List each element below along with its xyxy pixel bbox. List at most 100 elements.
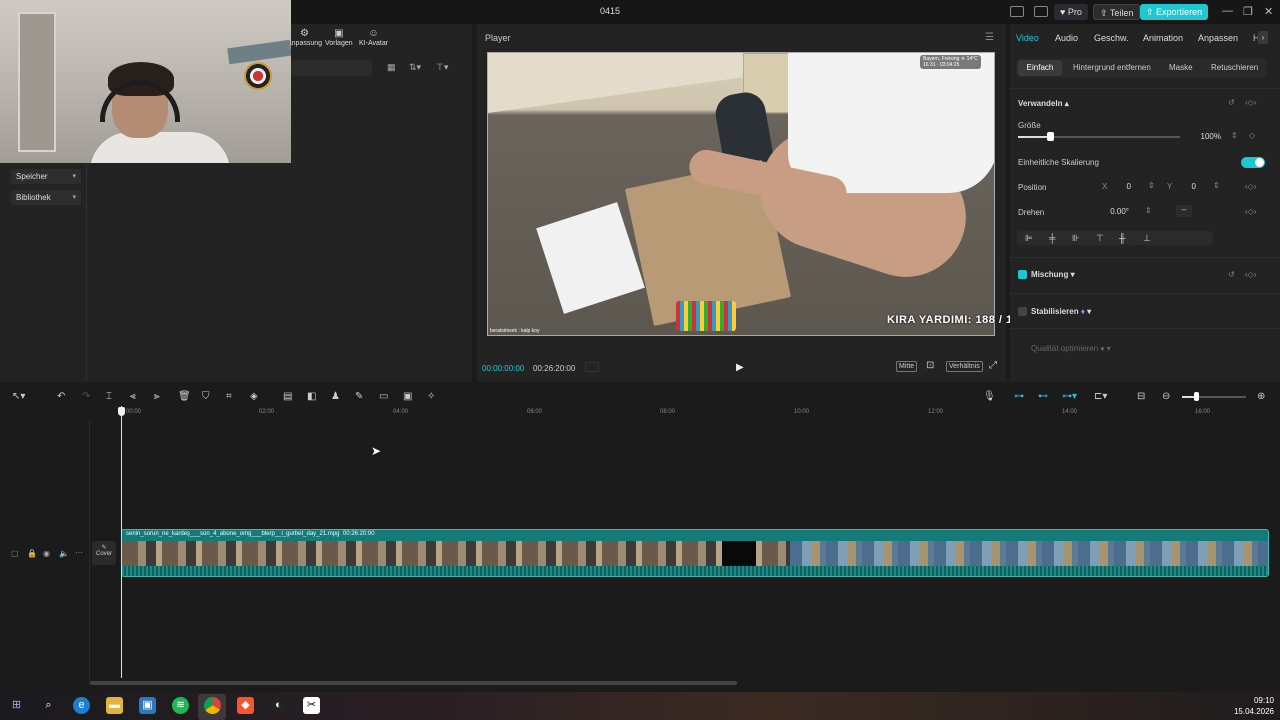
cover-button[interactable]: ✎ Cover [92, 541, 116, 565]
keyframe-icon[interactable]: ‹◇› [1245, 182, 1256, 191]
blend-checkbox[interactable] [1018, 270, 1027, 279]
stepper-icon[interactable]: ⇕ [1145, 206, 1152, 215]
align-center-v-icon[interactable]: ╫ [1119, 233, 1125, 243]
sort-icon[interactable]: ⇅▾ [409, 62, 421, 73]
track-checkbox-icon[interactable]: ▢ [11, 549, 19, 558]
obs-icon[interactable]: ◐ [270, 697, 287, 714]
align-center-h-icon[interactable]: ╪ [1049, 233, 1055, 243]
undo-icon[interactable]: ↶ [57, 391, 65, 402]
caption-toggle-icon[interactable]: ⊟ [1137, 391, 1145, 402]
search-icon[interactable]: ⌕ [40, 697, 57, 714]
fullscreen-icon[interactable]: ⤢ [989, 360, 997, 371]
rotate-input[interactable]: 0.00° [1098, 205, 1132, 218]
align-right-icon[interactable]: ⊪ [1072, 233, 1080, 244]
shortcut-icon[interactable] [1034, 6, 1048, 17]
frame-icon[interactable]: ▭ [379, 391, 388, 402]
reset-icon[interactable]: ↺ [1228, 98, 1235, 107]
media-search-input[interactable] [290, 60, 372, 76]
preview-axis-icon[interactable]: ⊏▾ [1094, 391, 1107, 402]
windows-start-icon[interactable]: ⊞ [8, 697, 25, 714]
aspect-ratio-button[interactable]: Verhältnis [946, 361, 983, 372]
eye-icon[interactable]: ◉ [43, 549, 50, 558]
tab-adjust[interactable]: Anpassen [1198, 33, 1238, 43]
maximize-icon[interactable]: ❐ [1243, 5, 1253, 18]
zoom-slider-handle[interactable] [1194, 392, 1199, 401]
crop-icon[interactable]: ⌗ [226, 391, 232, 402]
zoom-in-icon[interactable]: ⊕ [1257, 391, 1265, 402]
video-preview[interactable] [487, 52, 995, 336]
align-bottom-icon[interactable]: ⊥ [1143, 233, 1151, 244]
tab-animation[interactable]: Animation [1143, 33, 1183, 43]
select-tool-icon[interactable]: ↖▾ [12, 391, 25, 402]
export-button[interactable]: ⇧ Exportieren [1140, 4, 1209, 20]
zoom-fit-icon[interactable]: ⊡ [926, 360, 934, 371]
spotify-icon[interactable]: ≋ [172, 697, 189, 714]
sidebar-item-library[interactable]: Bibliothek ▾ [11, 190, 81, 205]
split-right-icon[interactable]: ⫸ [154, 391, 160, 402]
caption-icon[interactable]: ▤ [283, 391, 292, 402]
nav-ai-avatar[interactable]: ☺ KI-Avatar [359, 28, 388, 47]
magnet-icon[interactable]: ⊷ [1038, 391, 1048, 402]
keyframe-icon[interactable]: ◇ [1249, 131, 1255, 140]
edge-icon[interactable]: e [73, 697, 90, 714]
more-icon[interactable]: ··· [75, 548, 83, 557]
pro-badge[interactable]: ♥ Pro [1054, 4, 1088, 20]
ai-tool-icon[interactable]: ◈ [250, 391, 258, 402]
nav-adjust[interactable]: ⚙ Anpassung [287, 28, 322, 47]
size-slider-handle[interactable] [1047, 132, 1054, 141]
rotate-dial[interactable]: – [1176, 205, 1192, 217]
taskbar-clock[interactable]: 09:10 15.04.2026 [1232, 695, 1274, 717]
keyframe-icon[interactable]: ‹◇› [1245, 270, 1256, 279]
zoom-out-icon[interactable]: ⊖ [1162, 391, 1170, 402]
tab-video[interactable]: Video [1016, 33, 1039, 43]
close-icon[interactable]: ✕ [1264, 5, 1273, 18]
pos-y-input[interactable]: 0 [1175, 180, 1199, 193]
nav-templates[interactable]: ▣ Vorlagen [325, 28, 353, 47]
keyframe-icon[interactable]: ‹◇› [1245, 207, 1256, 216]
play-icon[interactable]: ▶ [736, 362, 746, 373]
minimize-icon[interactable]: — [1222, 5, 1233, 17]
split-left-icon[interactable]: ⫷ [130, 391, 136, 402]
speaker-icon[interactable]: 🔈 [59, 549, 69, 558]
timecode-icon[interactable] [585, 362, 599, 372]
blend-heading[interactable]: Mischung ▾ [1031, 270, 1075, 279]
person-icon[interactable]: ♟ [331, 391, 340, 402]
align-left-icon[interactable]: ⊫ [1025, 233, 1033, 244]
lock-icon[interactable]: 🔒 [27, 549, 37, 558]
mirror-icon[interactable]: ◧ [307, 391, 316, 402]
filter-icon[interactable]: ⊤▾ [436, 62, 448, 73]
stabilize-checkbox[interactable] [1018, 307, 1027, 316]
stabilize-heading[interactable]: Stabilisieren ♦ ▾ [1031, 307, 1091, 316]
timeline-scrollbar[interactable] [90, 681, 737, 685]
magic-icon[interactable]: ✎ [355, 391, 363, 402]
layout-icon[interactable] [1010, 6, 1024, 17]
stepper-icon[interactable]: ⇕ [1231, 131, 1238, 140]
quality-optimize[interactable]: Qualität optimieren ♦ ▾ [1031, 344, 1111, 353]
microphone-icon[interactable]: 🎙 [983, 391, 996, 402]
share-button[interactable]: ⇪ Teilen [1093, 4, 1141, 20]
chrome-icon[interactable] [204, 697, 221, 714]
brave-icon[interactable]: ◆ [237, 697, 254, 714]
tab-audio[interactable]: Audio [1055, 33, 1078, 43]
subtab-retouch[interactable]: Retuschieren [1211, 63, 1258, 72]
redo-icon[interactable]: ↷ [82, 391, 90, 402]
sidebar-item-storage[interactable]: Speicher ▾ [11, 169, 81, 184]
keyframe-icon[interactable]: ‹◇› [1245, 98, 1256, 107]
center-button[interactable]: Mitte [896, 361, 918, 372]
split-icon[interactable]: ⌶ [106, 391, 112, 402]
effects-icon[interactable]: ✧ [427, 391, 435, 402]
subtab-mask[interactable]: Maske [1169, 63, 1193, 72]
size-value[interactable]: 100% [1188, 130, 1224, 143]
align-top-icon[interactable]: ⊤ [1096, 233, 1104, 244]
reset-icon[interactable]: ↺ [1228, 270, 1235, 279]
delete-icon[interactable]: 🗑 [178, 391, 191, 402]
file-explorer-icon[interactable]: ▬ [106, 697, 123, 714]
stepper-icon[interactable]: ⇕ [1148, 181, 1155, 190]
stepper-icon[interactable]: ⇕ [1213, 181, 1220, 190]
grid-view-icon[interactable]: ▦ [387, 62, 396, 73]
app-icon[interactable]: ▣ [139, 697, 156, 714]
uniform-scale-toggle[interactable] [1241, 157, 1265, 168]
playhead[interactable] [121, 406, 122, 678]
menu-icon[interactable]: ☰ [985, 32, 994, 43]
shield-icon[interactable]: ⛉ [202, 391, 210, 402]
